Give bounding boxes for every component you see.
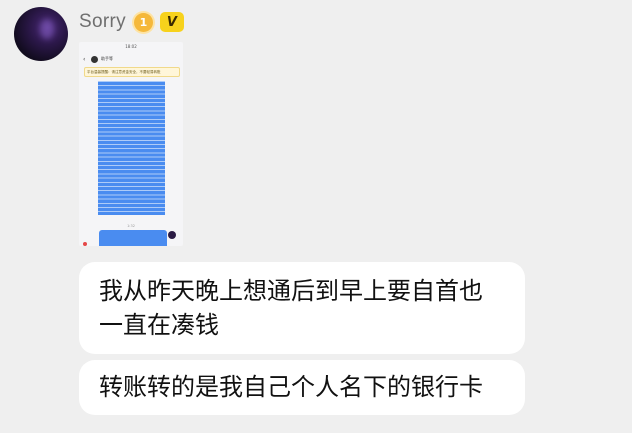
shot-long-message-bubble [95,79,168,217]
level-badge-icon: 1 [133,12,153,32]
chat-message-bubble[interactable]: 转账转的是我自己个人名下的银行卡 [79,360,525,415]
shot-unread-dot-icon [83,242,87,246]
shot-reply-avatar [168,231,176,239]
shot-notice-banner: 平台温馨提醒：请注意资金安全，不要轻易转账 [84,67,180,77]
shot-contact-avatar [91,55,98,63]
sender-avatar[interactable] [14,7,68,61]
shot-timestamp: 1:32 [127,224,135,228]
sender-name[interactable]: Sorry [79,11,126,33]
message-header: Sorry 1 V [79,7,184,37]
back-arrow-icon: ‹ [83,55,86,63]
message-text: 我从昨天晚上想通后到早上要自首也一直在凑钱 [99,277,483,339]
embedded-chat-screenshot[interactable]: 18:02 ‹ 助手等 平台温馨提醒：请注意资金安全，不要轻易转账 1:32 [79,42,183,246]
chat-message-bubble[interactable]: 我从昨天晚上想通后到早上要自首也一直在凑钱 [79,262,525,354]
shot-contact-name: 助手等 [101,56,113,61]
shot-nav-bar: ‹ 助手等 [83,54,179,64]
message-text: 转账转的是我自己个人名下的银行卡 [99,373,483,401]
shot-status-time: 18:02 [125,44,137,49]
verified-badge-icon: V [159,12,184,32]
shot-reply-bubble [99,230,167,246]
